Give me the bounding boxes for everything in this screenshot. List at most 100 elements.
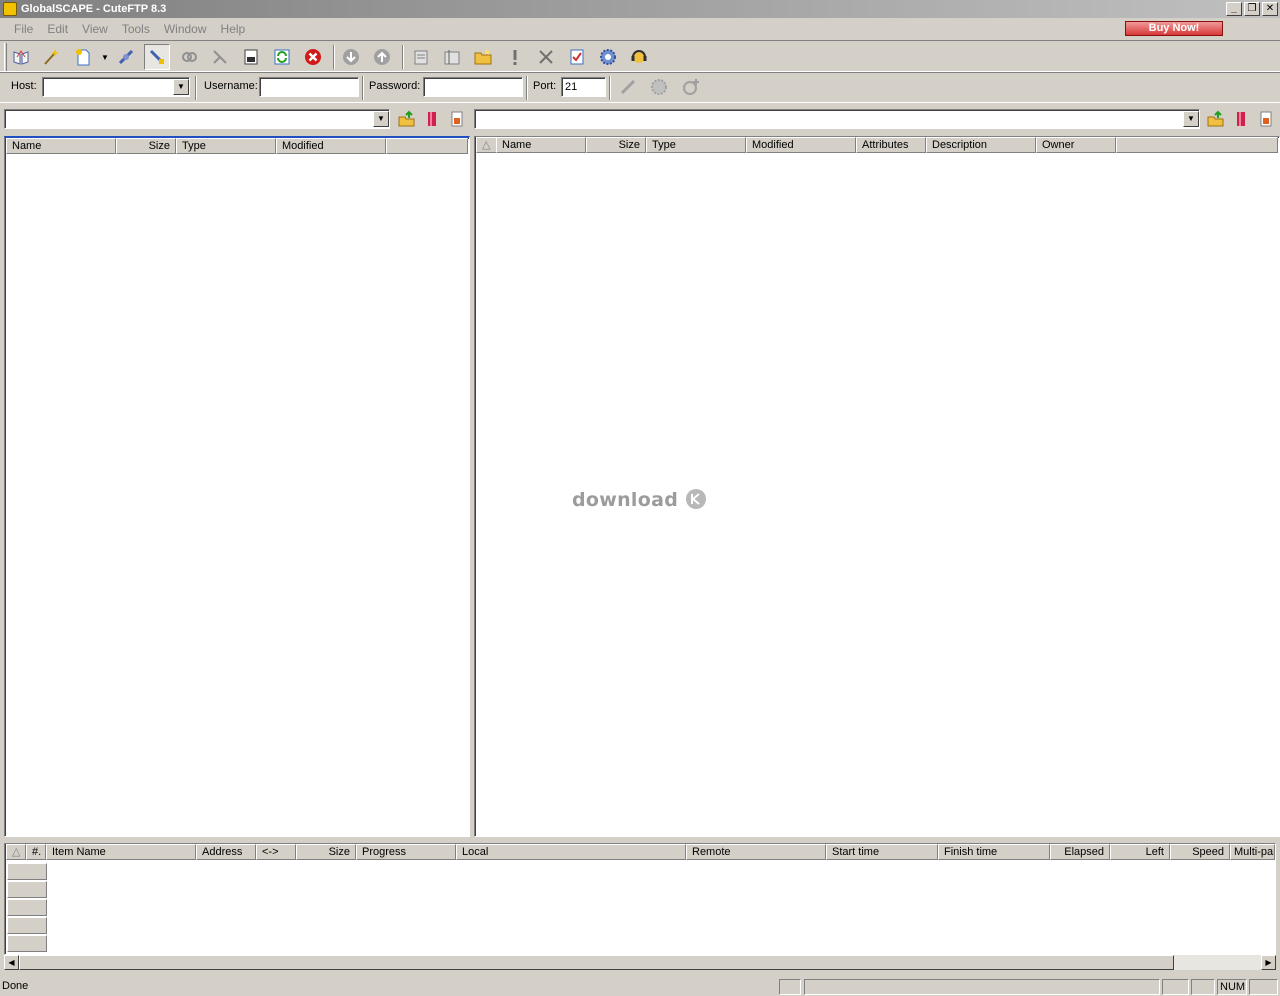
remote-path-combobox[interactable] — [474, 109, 1200, 129]
url-connect-button[interactable] — [238, 44, 264, 70]
local-path-combobox[interactable] — [4, 109, 390, 129]
remote-file-pane[interactable]: △ Name Size Type Modified Attributes Des… — [474, 136, 1280, 837]
execute-button[interactable] — [502, 44, 528, 70]
dropdown-arrow-icon[interactable]: ▼ — [101, 53, 109, 62]
local-filter-button[interactable] — [444, 106, 470, 132]
view-button[interactable] — [408, 44, 434, 70]
up-folder-icon — [1207, 110, 1224, 127]
queue-col-left[interactable]: Left — [1110, 844, 1170, 860]
remote-path-dropdown-arrow-icon[interactable]: ▼ — [1183, 111, 1199, 127]
edit-button[interactable] — [439, 44, 465, 70]
menu-window[interactable]: Window — [157, 22, 214, 36]
cancel-button[interactable] — [300, 44, 326, 70]
queue-col-speed[interactable]: Speed — [1170, 844, 1230, 860]
reconnect-button[interactable] — [176, 44, 202, 70]
remote-col-owner[interactable]: Owner — [1036, 137, 1116, 153]
download-button[interactable] — [338, 44, 364, 70]
local-path-dropdown-arrow-icon[interactable]: ▼ — [373, 111, 389, 127]
toolbar-separator — [362, 76, 364, 100]
queue-col-progress[interactable]: Progress — [356, 844, 456, 860]
toolbar-grip[interactable] — [4, 43, 7, 71]
remote-col-name[interactable]: Name — [496, 137, 586, 153]
transfer-queue-pane[interactable]: △ #. Item Name Address <-> Size Progress… — [4, 843, 1276, 955]
restore-button[interactable]: ❐ — [1244, 2, 1260, 16]
settings-button[interactable] — [595, 44, 621, 70]
new-folder-button[interactable] — [470, 44, 496, 70]
queue-col-start-time[interactable]: Start time — [826, 844, 938, 860]
remote-col-attributes[interactable]: Attributes — [856, 137, 926, 153]
add-site-button[interactable] — [678, 74, 704, 100]
app-icon — [3, 2, 17, 16]
menu-file[interactable]: File — [7, 22, 40, 36]
view-icon — [414, 50, 428, 65]
remote-filter-button[interactable] — [1253, 106, 1279, 132]
queue-row-header[interactable] — [7, 899, 47, 916]
local-col-size[interactable]: Size — [116, 138, 176, 154]
delete-icon — [539, 50, 553, 64]
remote-sort-indicator-icon[interactable]: △ — [476, 137, 498, 153]
queue-row-header[interactable] — [7, 935, 47, 952]
connect-settings-button[interactable] — [646, 74, 672, 100]
remote-col-type[interactable]: Type — [646, 137, 746, 153]
menu-tools[interactable]: Tools — [115, 22, 157, 36]
queue-col-multi-part[interactable]: Multi-par — [1230, 844, 1275, 860]
password-input[interactable] — [423, 77, 523, 97]
close-button[interactable]: ✕ — [1262, 2, 1278, 16]
stop-button[interactable] — [207, 44, 233, 70]
status-panel — [1162, 979, 1189, 995]
help-button[interactable] — [626, 44, 652, 70]
queue-col-elapsed[interactable]: Elapsed — [1050, 844, 1110, 860]
username-input[interactable] — [259, 77, 359, 97]
delete-button[interactable] — [533, 44, 559, 70]
menu-edit[interactable]: Edit — [40, 22, 75, 36]
queue-col-finish-time[interactable]: Finish time — [938, 844, 1050, 860]
site-manager-button[interactable] — [8, 44, 34, 70]
remote-bookmark-button[interactable] — [1228, 106, 1254, 132]
scroll-left-arrow-icon[interactable]: ◀ — [4, 955, 19, 970]
port-input[interactable]: 21 — [561, 77, 606, 97]
remote-col-size[interactable]: Size — [586, 137, 646, 153]
scroll-right-arrow-icon[interactable]: ▶ — [1261, 955, 1276, 970]
status-panel — [1249, 979, 1278, 995]
scrollbar-thumb[interactable] — [19, 955, 1174, 970]
host-combobox[interactable] — [42, 77, 190, 97]
queue-col-size[interactable]: Size — [296, 844, 356, 860]
new-document-button[interactable] — [70, 44, 96, 70]
queue-sort-indicator-icon[interactable]: △ — [6, 844, 26, 860]
remote-col-description[interactable]: Description — [926, 137, 1036, 153]
connect-button[interactable] — [615, 74, 641, 100]
local-col-name[interactable]: Name — [6, 138, 116, 154]
queue-horizontal-scrollbar[interactable]: ◀ ▶ — [4, 955, 1276, 970]
queue-col-address[interactable]: Address — [196, 844, 256, 860]
stop-icon — [213, 50, 227, 64]
properties-button[interactable] — [564, 44, 590, 70]
buy-now-button[interactable]: Buy Now! — [1125, 21, 1223, 36]
remote-col-modified[interactable]: Modified — [746, 137, 856, 153]
minimize-button[interactable]: _ — [1226, 2, 1242, 16]
local-col-type[interactable]: Type — [176, 138, 276, 154]
host-dropdown-arrow-icon[interactable]: ▼ — [173, 79, 189, 95]
queue-col-direction[interactable]: <-> — [256, 844, 296, 860]
menu-help[interactable]: Help — [214, 22, 253, 36]
menu-view[interactable]: View — [75, 22, 115, 36]
local-file-pane[interactable]: Name Size Type Modified — [4, 136, 470, 837]
upload-button[interactable] — [369, 44, 395, 70]
remote-up-folder-button[interactable] — [1203, 106, 1229, 132]
queue-col-item-name[interactable]: Item Name — [46, 844, 196, 860]
connection-wizard-button[interactable] — [38, 44, 64, 70]
queue-col-local[interactable]: Local — [456, 844, 686, 860]
disconnect-button[interactable] — [144, 44, 170, 70]
queue-row-header[interactable] — [7, 917, 47, 934]
refresh-button[interactable] — [269, 44, 295, 70]
queue-col-number[interactable]: #. — [26, 844, 46, 860]
local-bookmark-button[interactable] — [419, 106, 445, 132]
local-up-folder-button[interactable] — [394, 106, 420, 132]
queue-col-remote[interactable]: Remote — [686, 844, 826, 860]
connect-icon — [620, 79, 636, 95]
properties-icon — [570, 49, 584, 65]
local-col-modified[interactable]: Modified — [276, 138, 386, 154]
watermark-logo: download — [572, 488, 707, 511]
quick-connect-button[interactable] — [113, 44, 139, 70]
queue-row-header[interactable] — [7, 881, 47, 898]
queue-row-header[interactable] — [7, 863, 47, 880]
